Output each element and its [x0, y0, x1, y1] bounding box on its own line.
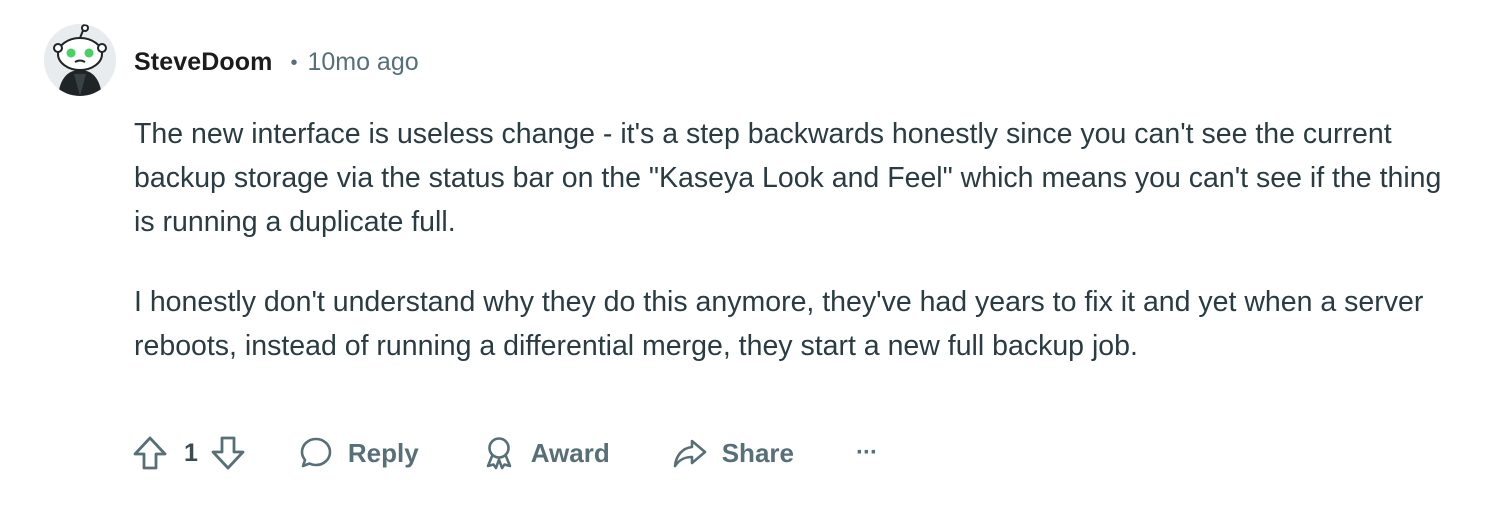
- reply-button[interactable]: Reply: [298, 435, 419, 471]
- more-options-button[interactable]: ···: [855, 439, 878, 467]
- vote-score: 1: [184, 438, 198, 467]
- comment-action-bar: 1 Reply Award Share ···: [130, 430, 878, 476]
- award-button[interactable]: Award: [481, 435, 610, 471]
- author-username[interactable]: SteveDoom: [134, 48, 272, 77]
- comment-body: The new interface is useless change - it…: [134, 112, 1464, 404]
- comment-paragraph: The new interface is useless change - it…: [134, 118, 1442, 238]
- vote-controls: 1: [130, 433, 248, 473]
- reply-label: Reply: [347, 437, 419, 468]
- speech-bubble-icon: [300, 437, 332, 468]
- share-label: Share: [721, 437, 794, 468]
- comment-meta: SteveDoom • 10mo ago: [134, 44, 419, 80]
- share-arrow-icon: [673, 439, 707, 468]
- comment-paragraph: I honestly don't understand why they do …: [134, 286, 1424, 362]
- meta-separator: •: [290, 51, 298, 74]
- award-label: Award: [530, 437, 610, 468]
- downvote-button[interactable]: [208, 433, 248, 473]
- timestamp[interactable]: 10mo ago: [307, 48, 418, 77]
- award-ribbon-icon: [486, 437, 512, 470]
- share-button[interactable]: Share: [672, 435, 794, 471]
- arrow-up-outline-icon: [133, 436, 167, 470]
- ellipsis-icon: ···: [855, 439, 878, 466]
- avatar[interactable]: [44, 24, 116, 96]
- arrow-down-outline-icon: [211, 436, 245, 470]
- upvote-button[interactable]: [130, 433, 170, 473]
- comment: SteveDoom • 10mo ago The new interface i…: [0, 0, 1504, 520]
- snoo-avatar-icon: [44, 24, 116, 96]
